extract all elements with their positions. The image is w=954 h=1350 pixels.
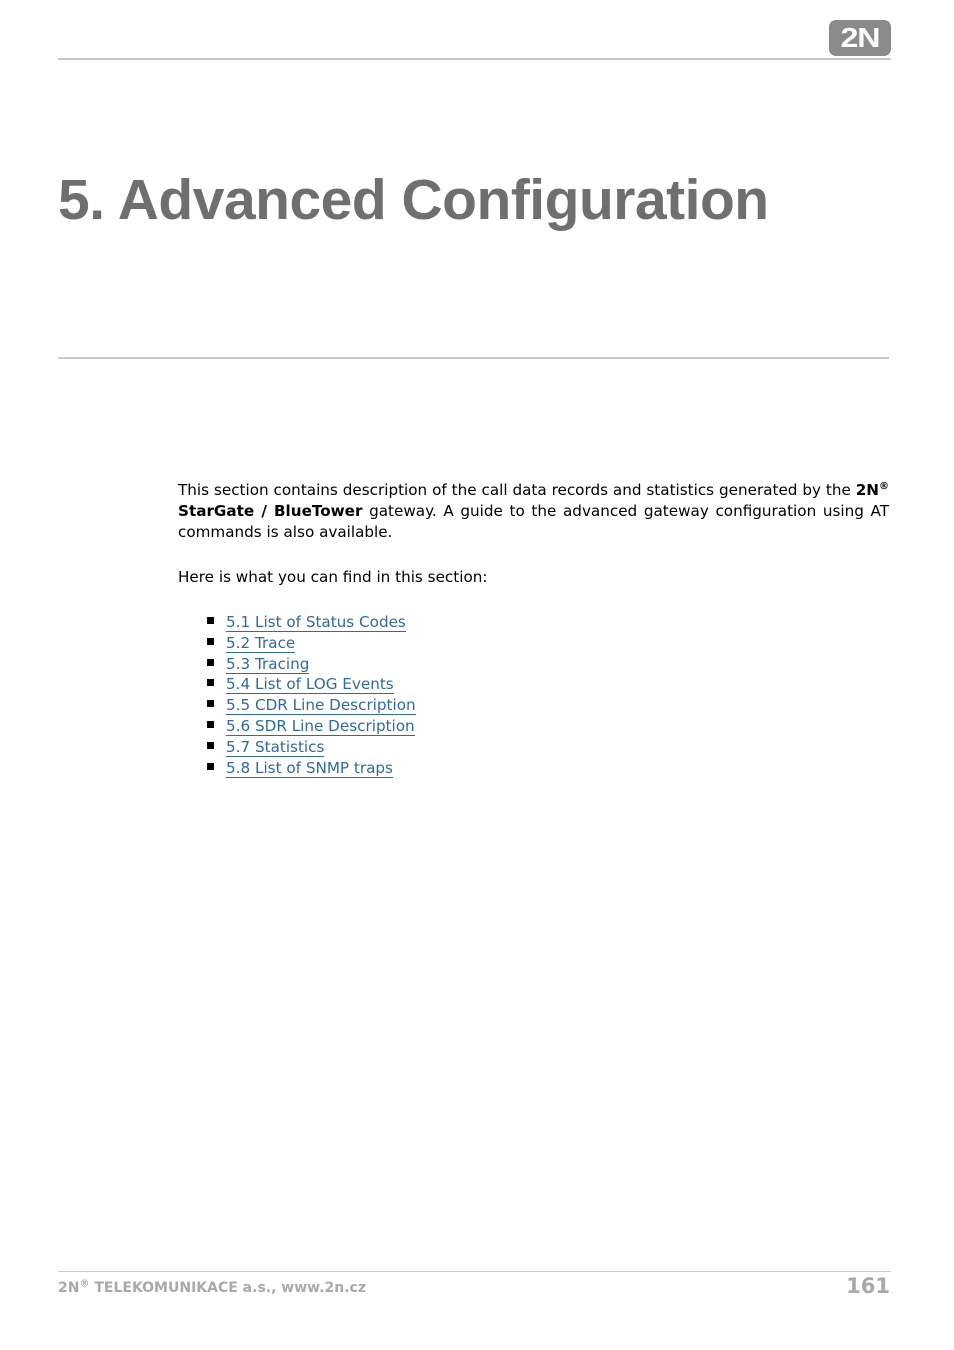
- list-lead: Here is what you can find in this sectio…: [178, 568, 488, 586]
- list-item: 5.1 List of Status Codes: [206, 612, 889, 633]
- link-cdr-line[interactable]: 5.5 CDR Line Description: [226, 696, 416, 716]
- bullet-icon: [207, 617, 214, 624]
- link-sdr-line[interactable]: 5.6 SDR Line Description: [226, 716, 415, 736]
- list-item: 5.4 List of LOG Events: [206, 674, 889, 695]
- intro-text-before: This section contains description of the…: [178, 481, 856, 499]
- footer-divider: [58, 1271, 891, 1272]
- footer-company-text: TELEKOMUNIKACE a.s., www.2n.cz: [89, 1280, 366, 1296]
- bullet-icon: [207, 762, 214, 770]
- link-statistics[interactable]: 5.7 Statistics: [226, 737, 325, 757]
- bullet-icon: [207, 658, 214, 666]
- link-trace[interactable]: 5.2 Trace: [226, 633, 296, 653]
- list-item: 5.5 CDR Line Description: [206, 695, 889, 716]
- link-log-events[interactable]: 5.4 List of LOG Events: [226, 675, 394, 695]
- bullet-icon: [207, 679, 214, 687]
- link-snmp-traps[interactable]: 5.8 List of SNMP traps: [226, 758, 393, 778]
- footer-registered-mark: ®: [79, 1278, 90, 1290]
- bullet-icon: [207, 700, 214, 708]
- title-divider: [58, 357, 889, 359]
- list-item: 5.7 Statistics: [206, 737, 889, 758]
- list-item: 5.8 List of SNMP traps: [206, 758, 889, 779]
- section-content: This section contains description of the…: [178, 480, 889, 778]
- product-name: StarGate / BlueTower: [178, 502, 363, 520]
- footer-company: 2N® TELEKOMUNIKACE a.s., www.2n.cz: [58, 1278, 366, 1296]
- 2n-logo: 2N: [829, 20, 891, 56]
- page-number: 161: [846, 1274, 890, 1298]
- brand-text: 2N: [855, 481, 879, 499]
- intro-paragraph: This section contains description of the…: [178, 480, 889, 543]
- header-divider: [58, 58, 891, 60]
- list-item: 5.6 SDR Line Description: [206, 716, 889, 737]
- bullet-icon: [207, 637, 214, 645]
- list-item: 5.2 Trace: [206, 633, 889, 654]
- list-item: 5.3 Tracing: [206, 654, 889, 675]
- chapter-title: 5. Advanced Configuration: [58, 168, 769, 232]
- section-link-list: 5.1 List of Status Codes 5.2 Trace 5.3 T…: [178, 612, 889, 778]
- footer-brand: 2N: [58, 1280, 80, 1296]
- logo-text: 2N: [840, 22, 881, 53]
- link-status-codes[interactable]: 5.1 List of Status Codes: [226, 613, 406, 632]
- registered-mark: ®: [879, 480, 889, 492]
- bullet-icon: [207, 720, 214, 728]
- bullet-icon: [207, 741, 214, 749]
- link-tracing[interactable]: 5.3 Tracing: [226, 654, 310, 674]
